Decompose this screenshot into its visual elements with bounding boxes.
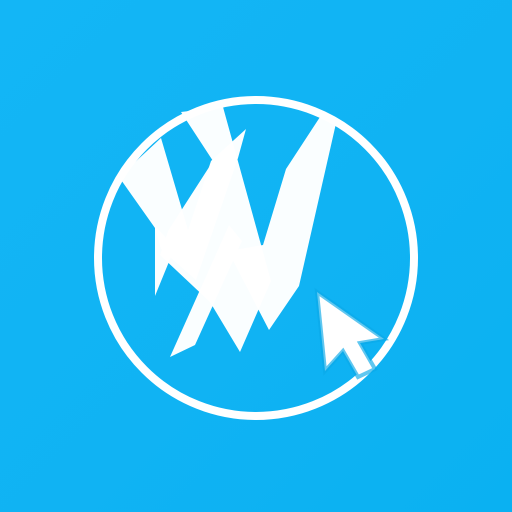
app-icon (0, 0, 512, 512)
mouse-pointer-icon (314, 287, 390, 380)
app-icon-artwork (94, 96, 418, 420)
